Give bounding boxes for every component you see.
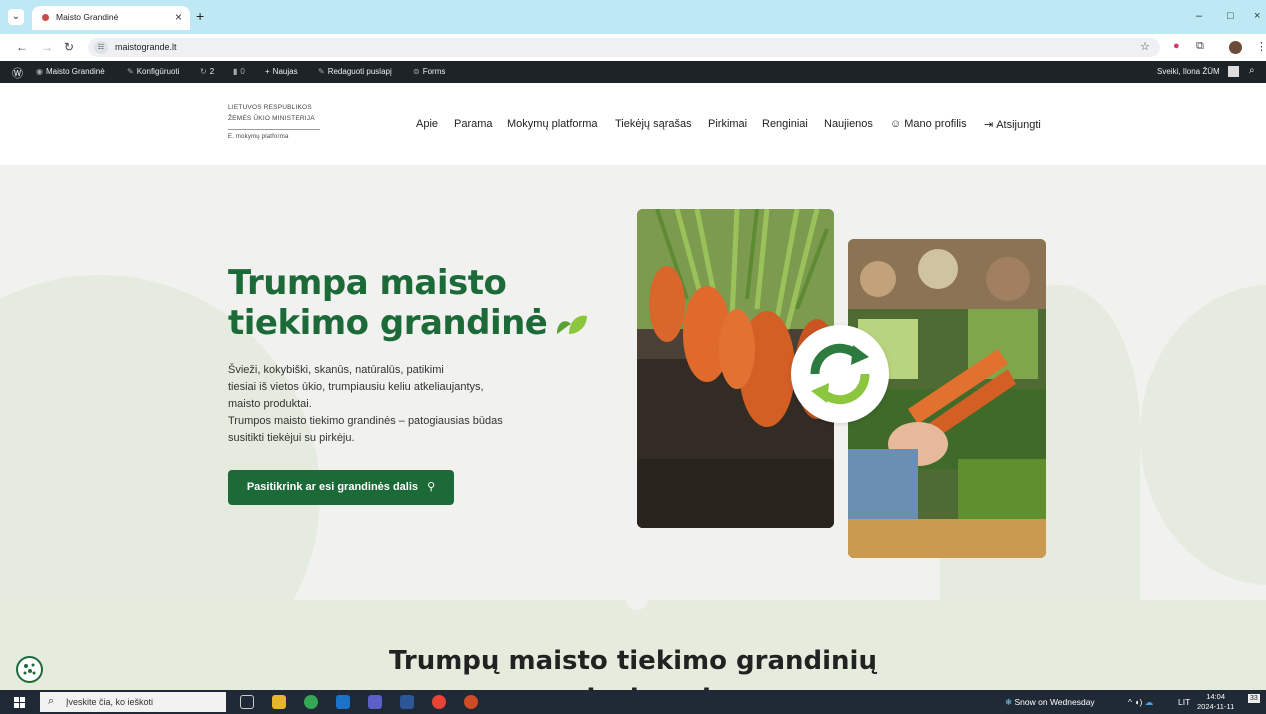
admin-comments-link[interactable]: ▮ 0 (233, 67, 245, 76)
plus-icon: + (265, 67, 270, 76)
chrome-icon[interactable] (304, 695, 318, 709)
user-circle-icon: ☺ (890, 118, 902, 130)
admin-forms-link[interactable]: ⊜ Forms (413, 67, 445, 76)
leaf-icon (557, 315, 588, 334)
app-icon[interactable] (400, 695, 414, 709)
logo-line-2: ŽEMĖS ŪKIO MINISTERIJA (228, 115, 315, 122)
snowflake-icon: ❄ (1005, 697, 1013, 707)
site-header: LIETUVOS RESPUBLIKOS ŽEMĖS ŪKIO MINISTER… (0, 83, 1266, 165)
updates-icon: ↻ (200, 67, 207, 76)
teams-icon[interactable] (368, 695, 382, 709)
outlook-icon[interactable] (336, 695, 350, 709)
windows-taskbar: ⌕ Įveskite čia, ko ieškoti ❄ Snow on Wed… (0, 690, 1266, 714)
admin-customize-link[interactable]: ✎ Konfigūruoti (127, 67, 179, 76)
nav-atsijungti[interactable]: ⇥ Atsijungti (984, 118, 1041, 131)
search-icon: ⌕ (48, 695, 55, 707)
nav-pirkimai[interactable]: Pirkimai (708, 118, 747, 130)
powerpoint-icon[interactable] (464, 695, 478, 709)
recycle-cycle-icon (791, 325, 889, 423)
logo-divider (228, 129, 320, 130)
nav-mokymu-platforma[interactable]: Mokymų platforma (507, 118, 597, 130)
address-bar[interactable]: ☷ maistogrande.lt (88, 38, 1160, 57)
notifications-badge[interactable]: 33 (1248, 694, 1260, 703)
weather-widget[interactable]: ❄ Snow on Wednesday (1005, 697, 1095, 708)
forward-arrow-icon[interactable]: → (41, 40, 53, 54)
hero-section: Trumpa maisto tiekimo grandinė Švieži, k… (0, 165, 1266, 600)
nav-parama[interactable]: Parama (454, 118, 493, 130)
task-view-icon[interactable] (240, 695, 254, 709)
admin-new-link[interactable]: + Naujas (265, 67, 298, 76)
browser-toolbar: ← → ↻ ☷ maistogrande.lt ☆ ● ⧉ ⋮ (0, 34, 1266, 61)
browser-tabstrip: ⌄ Maisto Grandinė × + – □ × (0, 0, 1266, 34)
comment-icon: ▮ (233, 67, 238, 76)
profile-avatar-icon[interactable] (1229, 41, 1242, 54)
bookmark-star-icon[interactable]: ☆ (1140, 40, 1150, 53)
nav-apie[interactable]: Apie (416, 118, 438, 130)
check-membership-button[interactable]: Pasitikrink ar esi grandinės dalis ⚲ (228, 470, 454, 505)
site-info-icon[interactable]: ☷ (94, 41, 108, 54)
forms-icon: ⊜ (413, 67, 420, 76)
nav-renginiai[interactable]: Renginiai (762, 118, 808, 130)
decorative-leaf-shape-3 (1140, 285, 1266, 585)
nav-naujienos[interactable]: Naujienos (824, 118, 873, 130)
benefits-title: Trumpų maisto tiekimo grandinių (389, 646, 877, 676)
extension-icon[interactable]: ● (1173, 40, 1180, 52)
url-text[interactable]: maistogrande.lt (115, 42, 177, 52)
admin-site-link[interactable]: ◉ Maisto Grandinė (36, 67, 105, 76)
logout-icon: ⇥ (984, 119, 994, 131)
extensions-puzzle-icon[interactable]: ⧉ (1196, 40, 1204, 53)
minimize-button[interactable]: – (1196, 10, 1202, 22)
tab-search-chevron-icon[interactable]: ⌄ (8, 9, 24, 25)
browser-menu-icon[interactable]: ⋮ (1256, 40, 1266, 53)
back-arrow-icon[interactable]: ← (16, 40, 28, 54)
logo-line-1: LIETUVOS RESPUBLIKOS (228, 104, 312, 111)
new-tab-button[interactable]: + (196, 8, 204, 24)
admin-avatar[interactable] (1228, 66, 1239, 77)
wordpress-logo-icon[interactable]: Ⓦ (12, 65, 23, 81)
brush-icon: ✎ (127, 67, 134, 76)
taskbar-search[interactable]: ⌕ Įveskite čia, ko ieškoti (40, 692, 226, 712)
cookie-settings-icon[interactable] (16, 656, 43, 683)
nav-mano-profilis[interactable]: ☺ Mano profilis (890, 118, 967, 130)
dashboard-icon: ◉ (36, 67, 43, 76)
admin-edit-page-link[interactable]: ✎ Redaguoti puslapį (318, 67, 392, 76)
favicon-icon (42, 14, 49, 21)
admin-account-link[interactable]: Sveiki, Ilona ŽŪM (1157, 67, 1220, 76)
hero-title: Trumpa maisto tiekimo grandinė (228, 263, 589, 343)
tab-title: Maisto Grandinė (56, 12, 119, 22)
window-close-button[interactable]: × (1254, 10, 1260, 22)
logo-subtitle: E. mokymų platforma (228, 134, 289, 140)
nav-tiekeju-sarasas[interactable]: Tiekėjų sąrašas (615, 118, 692, 130)
windows-start-icon[interactable] (14, 697, 25, 708)
tab-close-icon[interactable]: × (175, 10, 182, 24)
admin-search-icon[interactable]: ⌕ (1249, 65, 1255, 76)
file-explorer-icon[interactable] (272, 695, 286, 709)
browser-tab-active[interactable]: Maisto Grandinė × (32, 6, 190, 30)
pencil-icon: ✎ (318, 67, 325, 76)
reload-icon[interactable]: ↻ (64, 40, 74, 54)
bike-icon: ⚲ (427, 481, 436, 493)
language-indicator[interactable]: LIT (1178, 697, 1190, 707)
clock[interactable]: 14:04 2024-11-11 (1197, 692, 1234, 712)
wp-admin-bar: Ⓦ ◉ Maisto Grandinė ✎ Konfigūruoti ↻ 2 ▮ 0 +… (0, 61, 1266, 83)
tray-icons[interactable]: ^ ◖) ☁ (1128, 697, 1153, 708)
section-notch (626, 594, 648, 610)
maximize-button[interactable]: □ (1227, 10, 1234, 22)
hero-description: Švieži, kokybiški, skanūs, natūralūs, pa… (228, 364, 503, 444)
admin-updates-link[interactable]: ↻ 2 (200, 67, 214, 76)
benefits-section: Trumpų maisto tiekimo grandinių privalum… (0, 594, 1266, 714)
chrome-active-icon[interactable] (432, 695, 446, 709)
